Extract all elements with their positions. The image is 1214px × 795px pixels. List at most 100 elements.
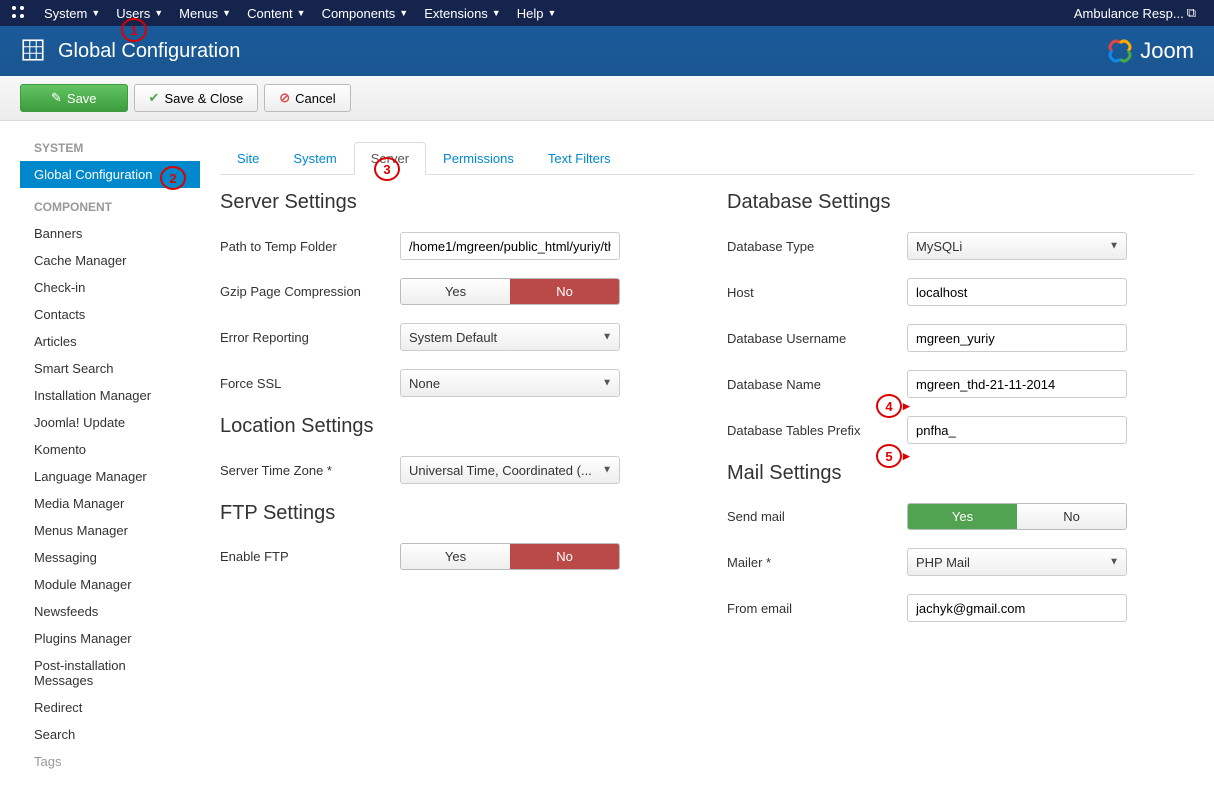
caret-down-icon: ▼ <box>399 8 408 18</box>
logo-text: Joom <box>1140 38 1194 64</box>
database-settings-title: Database Settings <box>727 191 1194 214</box>
save-close-button[interactable]: ✔ Save & Close <box>134 84 259 112</box>
sidebar-item-installation-manager[interactable]: Installation Manager <box>20 382 200 409</box>
tab-system[interactable]: System <box>276 142 353 175</box>
sidebar-section-component: COMPONENT <box>20 200 200 214</box>
db-host-input[interactable] <box>907 278 1127 306</box>
apply-icon: ✎ <box>51 90 62 106</box>
sidebar-item-plugins-manager[interactable]: Plugins Manager <box>20 625 200 652</box>
send-mail-toggle[interactable]: Yes No <box>907 503 1127 530</box>
sidebar-item-redirect[interactable]: Redirect <box>20 694 200 721</box>
tab-server[interactable]: Server <box>354 142 426 175</box>
select-value: PHP Mail <box>907 548 1127 576</box>
select-value: System Default <box>400 323 620 351</box>
sidebar-item-messaging[interactable]: Messaging <box>20 544 200 571</box>
cancel-button[interactable]: ⊘ Cancel <box>264 84 350 112</box>
ftp-settings-title: FTP Settings <box>220 502 687 525</box>
sidebar-section-system: SYSTEM <box>20 141 200 155</box>
menu-menus[interactable]: Menus ▼ <box>171 6 239 21</box>
row-db-user: Database Username <box>727 324 1194 352</box>
timezone-select[interactable]: Universal Time, Coordinated (...▼ <box>400 456 620 484</box>
panel-right: Database Settings Database Type MySQLi▼ … <box>727 191 1194 640</box>
site-link[interactable]: Ambulance Resp...⧉ <box>1066 5 1204 21</box>
error-reporting-label: Error Reporting <box>220 330 400 345</box>
menu-content[interactable]: Content▼ <box>239 6 313 21</box>
page-header: Global Configuration Joom <box>0 26 1214 76</box>
menu-users[interactable]: Users▼ <box>108 6 171 21</box>
row-db-name: Database Name <box>727 370 1194 398</box>
sidebar-item-komento[interactable]: Komento <box>20 436 200 463</box>
db-user-label: Database Username <box>727 331 907 346</box>
select-value: Universal Time, Coordinated (... <box>400 456 620 484</box>
action-toolbar: ✎Save ✔ Save & Close ⊘ Cancel <box>0 76 1214 121</box>
enable-ftp-toggle[interactable]: Yes No <box>400 543 620 570</box>
send-mail-yes[interactable]: Yes <box>908 504 1017 529</box>
sidebar-item-banners[interactable]: Banners <box>20 220 200 247</box>
tab-site[interactable]: Site <box>220 142 276 175</box>
db-name-label: Database Name <box>727 377 907 392</box>
menu-label: Users <box>116 6 150 21</box>
send-mail-no[interactable]: No <box>1017 504 1126 529</box>
menu-help[interactable]: Help▼ <box>509 6 565 21</box>
sidebar-item-tags[interactable]: Tags <box>20 748 200 775</box>
db-user-input[interactable] <box>907 324 1127 352</box>
menu-label: Components <box>322 6 396 21</box>
mail-settings-title: Mail Settings <box>727 462 1194 485</box>
error-reporting-select[interactable]: System Default▼ <box>400 323 620 351</box>
sidebar-item-module-manager[interactable]: Module Manager <box>20 571 200 598</box>
main-content: SYSTEM Global Configuration COMPONENT Ba… <box>0 121 1214 795</box>
sidebar-item-newsfeeds[interactable]: Newsfeeds <box>20 598 200 625</box>
cancel-icon: ⊘ <box>279 90 290 106</box>
joomla-logo: Joom <box>1106 37 1194 65</box>
sidebar-item-post-installation-messages[interactable]: Post-installation Messages <box>20 652 200 694</box>
sidebar-item-contacts[interactable]: Contacts <box>20 301 200 328</box>
ftp-yes[interactable]: Yes <box>401 544 510 569</box>
db-prefix-input[interactable] <box>907 416 1127 444</box>
gzip-no[interactable]: No <box>510 279 619 304</box>
from-email-input[interactable] <box>907 594 1127 622</box>
ftp-no[interactable]: No <box>510 544 619 569</box>
caret-down-icon: ▼ <box>547 8 556 18</box>
caret-down-icon: ▼ <box>602 332 612 343</box>
save-button[interactable]: ✎Save <box>20 84 128 112</box>
gzip-yes[interactable]: Yes <box>401 279 510 304</box>
sidebar-item-search[interactable]: Search <box>20 721 200 748</box>
tab-text-filters[interactable]: Text Filters <box>531 142 628 175</box>
menu-label: Help <box>517 6 544 21</box>
gzip-toggle[interactable]: Yes No <box>400 278 620 305</box>
db-prefix-label: Database Tables Prefix <box>727 423 907 438</box>
db-type-select[interactable]: MySQLi▼ <box>907 232 1127 260</box>
sidebar-item-articles[interactable]: Articles <box>20 328 200 355</box>
tab-permissions[interactable]: Permissions <box>426 142 531 175</box>
db-name-input[interactable] <box>907 370 1127 398</box>
force-ssl-select[interactable]: None▼ <box>400 369 620 397</box>
sidebar-item-joomla-update[interactable]: Joomla! Update <box>20 409 200 436</box>
sidebar-item-smart-search[interactable]: Smart Search <box>20 355 200 382</box>
db-host-label: Host <box>727 285 907 300</box>
temp-folder-input[interactable] <box>400 232 620 260</box>
sidebar-item-global-configuration[interactable]: Global Configuration <box>20 161 200 188</box>
mailer-label: Mailer * <box>727 555 907 570</box>
caret-down-icon: ▼ <box>297 8 306 18</box>
enable-ftp-label: Enable FTP <box>220 549 400 564</box>
menu-components[interactable]: Components▼ <box>314 6 417 21</box>
send-mail-label: Send mail <box>727 509 907 524</box>
mailer-select[interactable]: PHP Mail▼ <box>907 548 1127 576</box>
force-ssl-label: Force SSL <box>220 376 400 391</box>
top-menu-bar: System▼ Users▼ Menus▼ Content▼ Component… <box>0 0 1214 26</box>
menu-extensions[interactable]: Extensions▼ <box>416 6 509 21</box>
button-label: Save & Close <box>164 91 243 106</box>
menu-label: Menus <box>179 6 218 21</box>
server-settings-title: Server Settings <box>220 191 687 214</box>
caret-down-icon: ▼ <box>222 8 231 18</box>
select-value: None <box>400 369 620 397</box>
sidebar-item-menus-manager[interactable]: Menus Manager <box>20 517 200 544</box>
row-db-host: Host <box>727 278 1194 306</box>
sidebar-item-check-in[interactable]: Check-in <box>20 274 200 301</box>
button-label: Cancel <box>295 91 335 106</box>
sidebar-item-language-manager[interactable]: Language Manager <box>20 463 200 490</box>
menu-system[interactable]: System▼ <box>36 6 108 21</box>
sidebar-item-media-manager[interactable]: Media Manager <box>20 490 200 517</box>
check-icon: ✔ <box>149 90 160 106</box>
sidebar-item-cache-manager[interactable]: Cache Manager <box>20 247 200 274</box>
